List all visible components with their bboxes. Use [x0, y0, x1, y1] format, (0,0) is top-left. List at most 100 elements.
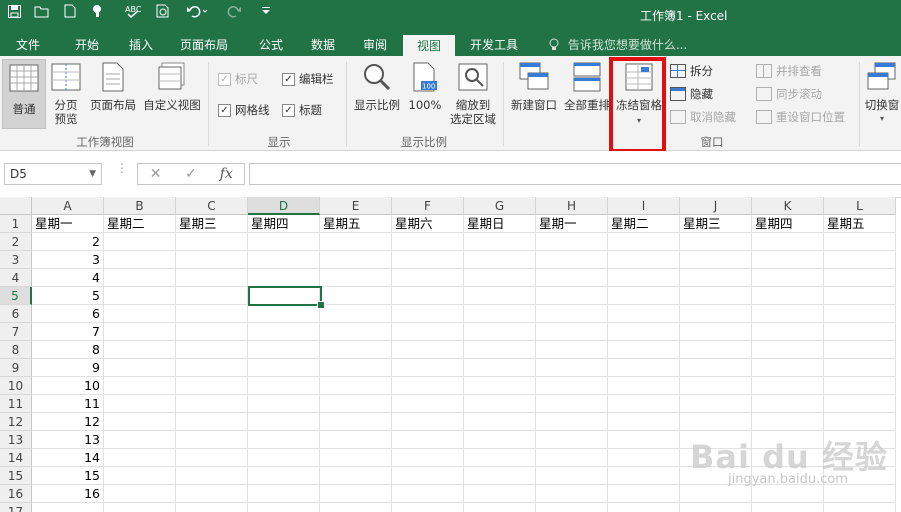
cell-C16[interactable]	[176, 485, 248, 503]
cell-G13[interactable]	[464, 431, 536, 449]
cell-J8[interactable]	[680, 341, 752, 359]
cell-K4[interactable]	[752, 269, 824, 287]
cell-B14[interactable]	[104, 449, 176, 467]
cell-J4[interactable]	[680, 269, 752, 287]
cell-B7[interactable]	[104, 323, 176, 341]
open-folder-icon[interactable]	[32, 0, 52, 22]
cell-B8[interactable]	[104, 341, 176, 359]
formula-input[interactable]	[249, 163, 901, 185]
tab-file[interactable]: 文件	[6, 34, 50, 56]
insert-function-icon[interactable]: fx	[209, 166, 244, 182]
cell-L7[interactable]	[824, 323, 896, 341]
cell-J10[interactable]	[680, 377, 752, 395]
page-break-preview-button[interactable]: 分页 预览	[48, 62, 84, 126]
cell-I1[interactable]: 星期二	[608, 215, 680, 233]
cell-H14[interactable]	[536, 449, 608, 467]
tab-formulas[interactable]: 公式	[248, 34, 294, 56]
cell-B9[interactable]	[104, 359, 176, 377]
column-header-E[interactable]: E	[320, 197, 392, 215]
cell-L3[interactable]	[824, 251, 896, 269]
cell-C9[interactable]	[176, 359, 248, 377]
cell-H17[interactable]	[536, 503, 608, 512]
cell-K1[interactable]: 星期四	[752, 215, 824, 233]
cell-H4[interactable]	[536, 269, 608, 287]
cell-A14[interactable]: 14	[32, 449, 104, 467]
cell-D16[interactable]	[248, 485, 320, 503]
cell-A13[interactable]: 13	[32, 431, 104, 449]
save-icon[interactable]	[4, 0, 24, 22]
column-header-F[interactable]: F	[392, 197, 464, 215]
cell-K11[interactable]	[752, 395, 824, 413]
cell-K16[interactable]	[752, 485, 824, 503]
row-header-5[interactable]: 5	[0, 287, 32, 305]
tab-developer[interactable]: 开发工具	[463, 34, 525, 56]
cell-L9[interactable]	[824, 359, 896, 377]
cell-E16[interactable]	[320, 485, 392, 503]
custom-views-button[interactable]: 自定义视图	[140, 62, 204, 112]
cell-I14[interactable]	[608, 449, 680, 467]
cell-C12[interactable]	[176, 413, 248, 431]
cell-C17[interactable]	[176, 503, 248, 512]
cell-C14[interactable]	[176, 449, 248, 467]
cell-G14[interactable]	[464, 449, 536, 467]
column-header-G[interactable]: G	[464, 197, 536, 215]
fill-handle[interactable]	[317, 301, 325, 309]
cell-I16[interactable]	[608, 485, 680, 503]
cell-G11[interactable]	[464, 395, 536, 413]
cell-F2[interactable]	[392, 233, 464, 251]
row-header-8[interactable]: 8	[0, 341, 32, 359]
tab-review[interactable]: 审阅	[352, 34, 398, 56]
cell-B1[interactable]: 星期二	[104, 215, 176, 233]
column-header-D[interactable]: D	[248, 197, 320, 215]
cell-F8[interactable]	[392, 341, 464, 359]
cell-A4[interactable]: 4	[32, 269, 104, 287]
cell-F16[interactable]	[392, 485, 464, 503]
cell-D10[interactable]	[248, 377, 320, 395]
cell-F10[interactable]	[392, 377, 464, 395]
cell-G10[interactable]	[464, 377, 536, 395]
row-header-17[interactable]: 17	[0, 503, 32, 512]
cell-A6[interactable]: 6	[32, 305, 104, 323]
row-header-16[interactable]: 16	[0, 485, 32, 503]
cell-L16[interactable]	[824, 485, 896, 503]
cell-H15[interactable]	[536, 467, 608, 485]
cell-G8[interactable]	[464, 341, 536, 359]
cell-C5[interactable]	[176, 287, 248, 305]
row-header-7[interactable]: 7	[0, 323, 32, 341]
column-header-I[interactable]: I	[608, 197, 680, 215]
cell-H3[interactable]	[536, 251, 608, 269]
cell-E9[interactable]	[320, 359, 392, 377]
cell-K17[interactable]	[752, 503, 824, 512]
cell-A17[interactable]	[32, 503, 104, 512]
cell-E14[interactable]	[320, 449, 392, 467]
cell-I7[interactable]	[608, 323, 680, 341]
cell-G6[interactable]	[464, 305, 536, 323]
cell-F17[interactable]	[392, 503, 464, 512]
cell-I11[interactable]	[608, 395, 680, 413]
page-layout-button[interactable]: 页面布局	[86, 62, 140, 112]
split-button[interactable]: 拆分	[670, 63, 713, 79]
cell-J17[interactable]	[680, 503, 752, 512]
cell-G9[interactable]	[464, 359, 536, 377]
cell-L11[interactable]	[824, 395, 896, 413]
cell-C15[interactable]	[176, 467, 248, 485]
cell-G17[interactable]	[464, 503, 536, 512]
tab-view[interactable]: 视图	[403, 35, 455, 56]
cell-H1[interactable]: 星期一	[536, 215, 608, 233]
cell-F4[interactable]	[392, 269, 464, 287]
cell-E11[interactable]	[320, 395, 392, 413]
row-header-2[interactable]: 2	[0, 233, 32, 251]
cell-I17[interactable]	[608, 503, 680, 512]
cell-H11[interactable]	[536, 395, 608, 413]
cell-G16[interactable]	[464, 485, 536, 503]
cell-F9[interactable]	[392, 359, 464, 377]
cell-B17[interactable]	[104, 503, 176, 512]
cell-L17[interactable]	[824, 503, 896, 512]
cell-L8[interactable]	[824, 341, 896, 359]
cell-D12[interactable]	[248, 413, 320, 431]
cell-C4[interactable]	[176, 269, 248, 287]
column-header-J[interactable]: J	[680, 197, 752, 215]
cell-C11[interactable]	[176, 395, 248, 413]
cell-B13[interactable]	[104, 431, 176, 449]
row-header-3[interactable]: 3	[0, 251, 32, 269]
